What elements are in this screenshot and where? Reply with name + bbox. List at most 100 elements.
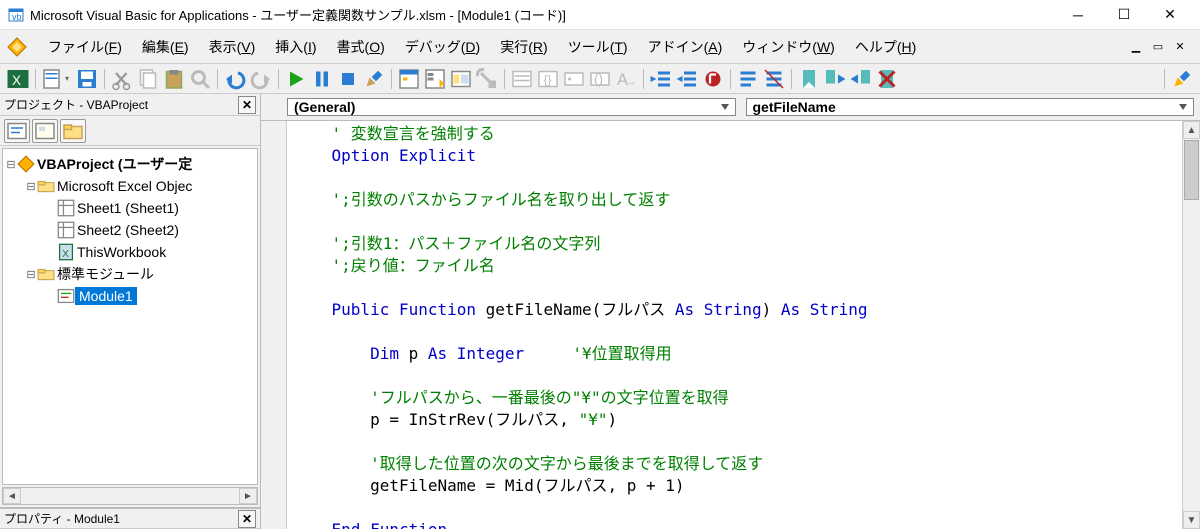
help-button2[interactable] <box>1170 67 1194 91</box>
view-excel-button[interactable]: X <box>6 67 30 91</box>
tree-thisworkbook[interactable]: ThisWorkbook <box>75 244 166 260</box>
bookmark-button[interactable] <box>797 67 821 91</box>
app-icon: vb <box>8 7 24 23</box>
scroll-left-icon[interactable]: ◄ <box>3 488 21 504</box>
menu-run[interactable]: 実行(R) <box>490 33 557 61</box>
code-window: (General) getFileName ' 変数宣言を強制する Option… <box>260 94 1200 529</box>
window-controls: ─ ☐ ✕ <box>1064 4 1192 26</box>
code-margin[interactable] <box>261 121 287 529</box>
folder-open-icon <box>37 178 55 194</box>
code-editor-wrap: ' 変数宣言を強制する Option Explicit ';引数のパスからファイ… <box>261 120 1200 529</box>
tree-toggle-icon[interactable]: ⊟ <box>5 158 17 171</box>
outdent-button[interactable] <box>675 67 699 91</box>
comment-block-button[interactable] <box>736 67 760 91</box>
project-hscroll[interactable]: ◄ ► <box>2 487 258 505</box>
minimize-button[interactable]: ─ <box>1064 4 1092 26</box>
uncomment-block-button[interactable] <box>762 67 786 91</box>
object-dropdown-value: (General) <box>294 99 355 115</box>
code-vscroll[interactable]: ▲ ▼ <box>1182 121 1200 529</box>
scroll-thumb[interactable] <box>1184 140 1199 200</box>
menu-file[interactable]: ファイル(F) <box>38 33 132 61</box>
window-title: Microsoft Visual Basic for Applications … <box>30 5 1064 24</box>
next-bookmark-button[interactable] <box>823 67 847 91</box>
properties-panel-header: プロパティ - Module1 ✕ <box>0 507 260 529</box>
find-button[interactable] <box>188 67 212 91</box>
svg-text:{}: {} <box>544 72 552 86</box>
complete-word-button[interactable]: A→ <box>614 67 638 91</box>
reset-button[interactable] <box>336 67 360 91</box>
tree-modules-folder[interactable]: 標準モジュール <box>55 264 154 284</box>
parameter-info-button[interactable]: () <box>588 67 612 91</box>
procedure-dropdown-value: getFileName <box>753 99 836 115</box>
view-object-button[interactable] <box>32 119 58 143</box>
prev-bookmark-button[interactable] <box>849 67 873 91</box>
maximize-button[interactable]: ☐ <box>1110 4 1138 26</box>
cut-button[interactable] <box>110 67 134 91</box>
list-constants-button[interactable]: {} <box>536 67 560 91</box>
mdi-close-button[interactable]: ✕ <box>1172 39 1188 55</box>
tree-toggle-icon[interactable]: ⊟ <box>25 180 37 193</box>
project-panel-close-button[interactable]: ✕ <box>238 96 256 114</box>
breakpoint-button[interactable] <box>701 67 725 91</box>
folder-open-icon <box>37 266 55 282</box>
design-mode-button[interactable] <box>362 67 386 91</box>
menu-format[interactable]: 書式(O) <box>327 33 395 61</box>
tree-toggle-icon[interactable]: ⊟ <box>25 268 37 281</box>
insert-dropdown-icon[interactable]: ▾ <box>65 74 73 83</box>
tree-root-label[interactable]: VBAProject (ユーザー定 <box>35 154 192 174</box>
scroll-down-icon[interactable]: ▼ <box>1183 511 1200 529</box>
indent-button[interactable] <box>649 67 673 91</box>
view-code-button[interactable] <box>4 119 30 143</box>
redo-button[interactable] <box>249 67 273 91</box>
run-button[interactable] <box>284 67 308 91</box>
object-browser-button[interactable] <box>449 67 473 91</box>
vba-project-icon <box>17 156 35 172</box>
quick-info-button[interactable] <box>562 67 586 91</box>
menu-edit[interactable]: 編集(E) <box>132 33 199 61</box>
scroll-right-icon[interactable]: ► <box>239 488 257 504</box>
tree-sheet2[interactable]: Sheet2 (Sheet2) <box>75 222 179 238</box>
toolbox-button[interactable] <box>475 67 499 91</box>
toggle-folders-button[interactable] <box>60 119 86 143</box>
tree-module1[interactable]: Module1 <box>75 287 137 305</box>
paste-button[interactable] <box>162 67 186 91</box>
menu-help[interactable]: ヘルプ(H) <box>845 33 926 61</box>
menu-view[interactable]: 表示(V) <box>199 33 266 61</box>
project-tree[interactable]: ⊟ VBAProject (ユーザー定 ⊟ Microsoft Excel Ob… <box>2 148 258 485</box>
svg-text:vb: vb <box>12 12 22 22</box>
module-icon <box>57 288 75 304</box>
tree-excel-objects[interactable]: Microsoft Excel Objec <box>55 178 192 194</box>
mdi-minimize-button[interactable]: ▁ <box>1128 39 1144 55</box>
properties-panel-title: プロパティ - Module1 <box>4 510 238 527</box>
list-properties-button[interactable] <box>510 67 534 91</box>
copy-button[interactable] <box>136 67 160 91</box>
procedure-dropdown[interactable]: getFileName <box>746 98 1195 116</box>
svg-text:→: → <box>626 76 637 88</box>
menu-debug[interactable]: デバッグ(D) <box>395 33 490 61</box>
properties-button[interactable] <box>423 67 447 91</box>
save-button[interactable] <box>75 67 99 91</box>
menu-tools[interactable]: ツール(T) <box>558 33 638 61</box>
code-editor[interactable]: ' 変数宣言を強制する Option Explicit ';引数のパスからファイ… <box>287 121 1182 529</box>
project-toolbar <box>0 116 260 146</box>
left-dock: プロジェクト - VBAProject ✕ ⊟ VBAProject (ユーザー… <box>0 94 260 529</box>
mdi-restore-button[interactable]: ▭ <box>1150 39 1166 55</box>
code-navigation-bar: (General) getFileName <box>261 94 1200 120</box>
menu-bar: ファイル(F) 編集(E) 表示(V) 挿入(I) 書式(O) デバッグ(D) … <box>0 30 1200 64</box>
worksheet-icon <box>57 222 75 238</box>
menu-addins[interactable]: アドイン(A) <box>638 33 733 61</box>
worksheet-icon <box>57 200 75 216</box>
menu-insert[interactable]: 挿入(I) <box>265 33 326 61</box>
break-button[interactable] <box>310 67 334 91</box>
close-button[interactable]: ✕ <box>1156 4 1184 26</box>
undo-button[interactable] <box>223 67 247 91</box>
scroll-up-icon[interactable]: ▲ <box>1183 121 1200 139</box>
clear-bookmarks-button[interactable] <box>875 67 899 91</box>
tree-sheet1[interactable]: Sheet1 (Sheet1) <box>75 200 179 216</box>
object-dropdown[interactable]: (General) <box>287 98 736 116</box>
mdi-controls: ▁ ▭ ✕ <box>1128 39 1194 55</box>
project-explorer-button[interactable] <box>397 67 421 91</box>
properties-panel-close-button[interactable]: ✕ <box>238 510 256 528</box>
menu-window[interactable]: ウィンドウ(W) <box>732 33 845 61</box>
insert-module-button[interactable] <box>41 67 65 91</box>
